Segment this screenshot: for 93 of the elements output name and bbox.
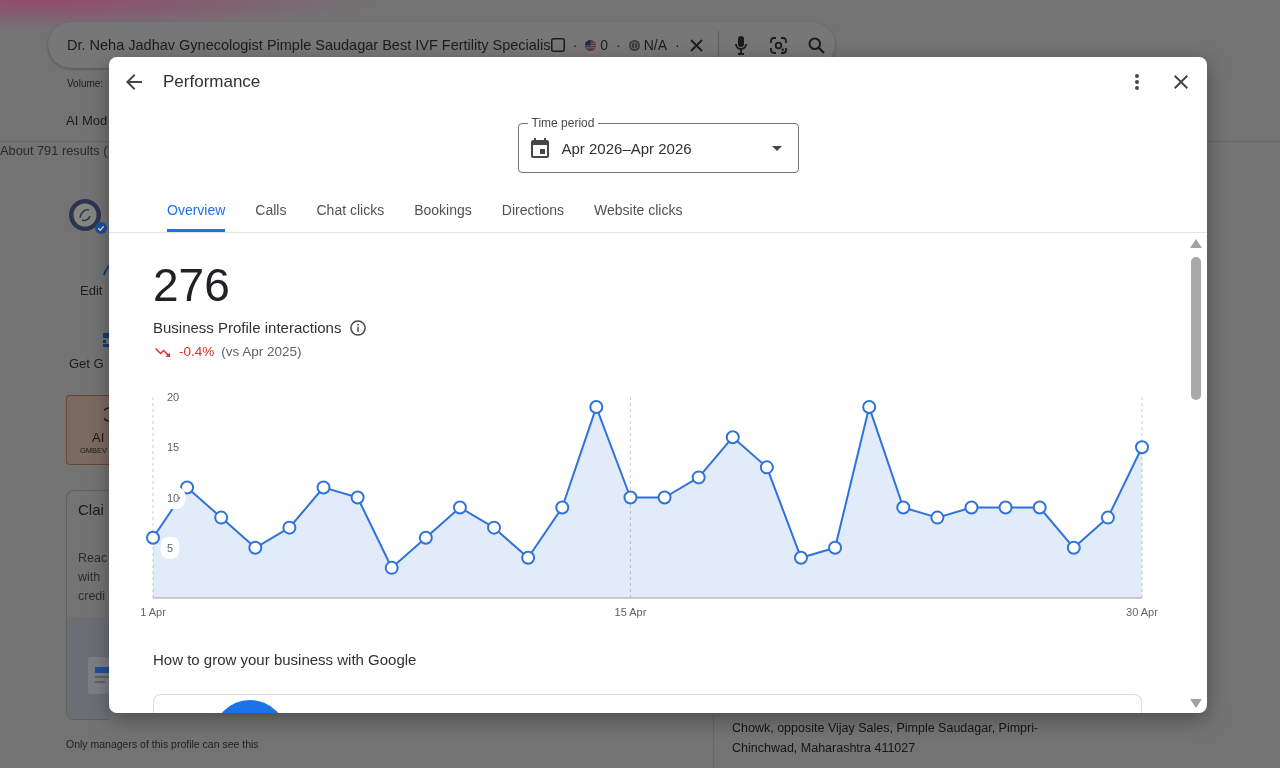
- verified-check-icon: [95, 222, 107, 234]
- scroll-up-icon[interactable]: [1190, 239, 1202, 248]
- data-point: [316, 480, 331, 495]
- info-icon[interactable]: [350, 320, 367, 336]
- flag-icon: [585, 39, 597, 51]
- document-illustration: [88, 657, 109, 694]
- data-point: [1135, 440, 1149, 455]
- data-point: [180, 480, 195, 495]
- metric-value: 276: [153, 258, 230, 313]
- tab[interactable]: Calls: [255, 195, 287, 232]
- data-point: [248, 540, 263, 555]
- address-text: Chinchwad, Maharashtra 411027: [732, 740, 916, 757]
- claim-card-text: Reac: [78, 550, 108, 567]
- x-axis-label: 30 Apr: [1126, 606, 1158, 618]
- data-point: [998, 500, 1013, 515]
- results-count: About 791 results (: [0, 143, 108, 159]
- comparison-text: (vs Apr 2025): [221, 343, 302, 361]
- data-point: [146, 530, 160, 545]
- coin-icon: [628, 39, 640, 51]
- scrollbar-thumb[interactable]: [1191, 257, 1201, 400]
- more-options-button[interactable]: [1135, 74, 1139, 90]
- section-heading: How to grow your business with Google: [153, 650, 417, 670]
- ai-card-title: AI: [92, 430, 105, 446]
- data-point: [555, 500, 570, 515]
- data-point: [214, 510, 229, 525]
- metric-label: Business Profile interactions: [153, 318, 342, 338]
- dropdown-caret-icon: [771, 145, 782, 151]
- data-point: [759, 460, 774, 475]
- calendar-icon: [530, 138, 549, 158]
- search-input[interactable]: Dr. Neha Jadhav Gynecologist Pimple Saudagar Best IVF Fertility Specialis: [67, 37, 551, 53]
- x-axis-label: 15 Apr: [614, 606, 647, 618]
- back-arrow-icon: [126, 74, 142, 90]
- data-point: [725, 430, 740, 445]
- scroll-down-icon[interactable]: [1190, 699, 1202, 708]
- managers-note: Only managers of this profile can see this: [66, 737, 259, 751]
- x-axis-label: 1 Apr: [140, 606, 166, 618]
- data-point: [657, 490, 672, 505]
- camera-icon[interactable]: [769, 36, 787, 54]
- checkbox-icon[interactable]: [550, 38, 565, 52]
- data-point: [964, 500, 979, 515]
- claim-card-text: with: [78, 569, 101, 586]
- data-point: [487, 520, 502, 535]
- data-point: [589, 400, 604, 415]
- data-point: [282, 520, 297, 535]
- cpc-value: N/A: [643, 37, 668, 53]
- data-point: [691, 470, 706, 485]
- profile-action[interactable]: Get G: [69, 356, 104, 372]
- y-axis-label: 20: [167, 391, 180, 403]
- grid-icon[interactable]: [103, 333, 109, 347]
- data-point: [1100, 510, 1115, 525]
- tab[interactable]: Website clicks: [594, 195, 683, 232]
- separator: ·: [616, 37, 621, 53]
- close-button[interactable]: [1174, 75, 1188, 89]
- data-point: [623, 490, 638, 505]
- back-button[interactable]: [126, 74, 142, 90]
- y-axis-label: 10: [167, 491, 180, 504]
- data-point: [1066, 540, 1081, 555]
- separator: ·: [675, 37, 680, 53]
- tab[interactable]: Directions: [501, 195, 564, 232]
- y-axis-label: 15: [167, 441, 180, 454]
- search-icon[interactable]: [807, 36, 825, 54]
- profile-action[interactable]: Edit: [80, 283, 103, 299]
- volume-value: 0: [600, 37, 609, 53]
- close-icon[interactable]: [689, 38, 703, 52]
- more-vertical-icon: [1135, 74, 1139, 90]
- data-point: [793, 550, 808, 565]
- data-point: [862, 400, 877, 415]
- data-point: [521, 550, 536, 565]
- data-point: [418, 530, 433, 545]
- y-axis-label: 5: [167, 541, 174, 554]
- tab[interactable]: Overview: [167, 195, 226, 232]
- data-point: [896, 500, 911, 515]
- change-percent: -0.4%: [179, 343, 215, 361]
- volume-label: Volume:: [67, 78, 104, 90]
- separator: ·: [572, 37, 578, 53]
- data-point: [1032, 500, 1047, 515]
- address-text: Chowk, opposite Vijay Sales, Pimple Saudagar, Pimpri-: [732, 720, 1039, 737]
- data-point: [350, 490, 365, 505]
- emblem-icon: [68, 198, 102, 232]
- search-tab[interactable]: AI Mod: [66, 113, 108, 129]
- data-point: [384, 560, 399, 575]
- claim-card-title: Clai: [78, 500, 104, 520]
- data-point: [930, 510, 945, 525]
- pencil-icon[interactable]: [103, 264, 110, 276]
- claim-card-text: credi: [78, 588, 106, 605]
- microphone-icon[interactable]: [734, 35, 747, 55]
- data-point: [452, 500, 467, 515]
- tab[interactable]: Bookings: [414, 195, 472, 232]
- close-icon: [1174, 75, 1188, 89]
- dialog-title: Performance: [163, 72, 261, 92]
- time-period-label: Time period: [527, 116, 599, 130]
- data-point: [828, 540, 843, 555]
- tab[interactable]: Chat clicks: [316, 195, 385, 232]
